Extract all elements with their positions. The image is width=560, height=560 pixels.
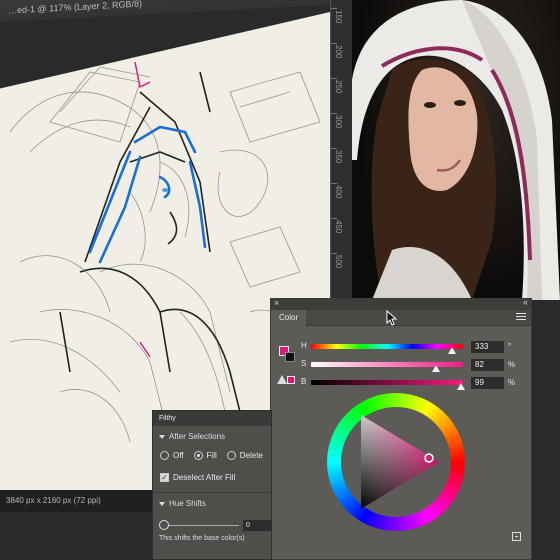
hue-shifts-header[interactable]: Hue Shifts [153, 499, 271, 511]
new-swatch-icon[interactable] [512, 532, 521, 541]
status-bar: 3840 px x 2160 px (72 ppi) [0, 490, 160, 512]
hue-shift-value-field[interactable]: 0 [243, 520, 271, 531]
collapse-icon[interactable]: ‹‹ [523, 297, 528, 307]
color-panel: × ‹‹ Color H 333 ° S 82 % B 99 % [270, 297, 532, 560]
mouse-cursor-icon [386, 310, 398, 326]
channel-label: S [301, 359, 307, 368]
ruler-tick [331, 78, 337, 79]
hue-thumb[interactable] [447, 347, 456, 354]
section-heading: Hue Shifts [169, 499, 206, 508]
deselect-after-fill-row: ✓ Deselect After Fill [153, 470, 271, 484]
unit-label: ° [508, 342, 512, 351]
color-panel-topbar[interactable]: × ‹‹ [271, 297, 531, 310]
hue-shift-knob[interactable] [159, 520, 169, 530]
ruler-label: 250 [334, 80, 343, 94]
ruler-label: 300 [334, 115, 343, 129]
saturation-thumb[interactable] [431, 365, 440, 372]
filthy-panel: Filthy After Selections Off Fill Delete … [152, 410, 272, 560]
ruler-tick [331, 8, 337, 9]
reference-photo-drawing [352, 0, 560, 300]
radio-off[interactable] [160, 450, 169, 460]
ruler-label: 400 [334, 185, 343, 199]
after-selections-options: Off Fill Delete [153, 448, 271, 462]
ruler-label: 450 [334, 220, 343, 234]
radio-fill[interactable] [193, 450, 203, 460]
deselect-after-fill-checkbox[interactable]: ✓ [160, 472, 169, 482]
after-selections-header[interactable]: After Selections [153, 432, 271, 444]
reference-photo [352, 0, 560, 300]
ruler-label: 150 [334, 10, 343, 24]
menu-icon[interactable] [516, 313, 526, 322]
saturation-track[interactable] [311, 362, 463, 367]
unit-label: % [508, 360, 516, 369]
saturation-slider-row: S 82 % [301, 359, 521, 373]
radio-label: Delete [239, 450, 263, 460]
brightness-slider-row: B 99 % [301, 377, 521, 391]
hue-shift-description: This shifts the base color(s) [159, 535, 245, 542]
brightness-thumb[interactable] [457, 383, 466, 390]
background-color-swatch[interactable] [285, 352, 295, 362]
radio-delete[interactable] [226, 450, 236, 460]
ruler-label: 350 [334, 150, 343, 164]
hue-slider-row: H 333 ° [301, 341, 521, 355]
section-heading: After Selections [169, 432, 226, 441]
ruler-tick [331, 148, 337, 149]
radio-label: Fill [206, 450, 217, 460]
filthy-panel-title[interactable]: Filthy [153, 411, 271, 426]
checkbox-label: Deselect After Fill [173, 472, 236, 482]
channel-label: B [301, 377, 307, 386]
warning-icon[interactable] [277, 375, 287, 384]
hue-track[interactable] [311, 344, 463, 349]
hue-shift-slider-row: 0 [153, 517, 271, 533]
chevron-down-icon [159, 434, 165, 439]
radio-label: Off [173, 450, 184, 460]
channel-label: H [301, 341, 307, 350]
hue-shift-track[interactable] [169, 525, 239, 526]
gamut-swatch[interactable] [287, 376, 295, 384]
ruler-label: 500 [334, 255, 343, 269]
hue-value-field[interactable]: 333 [471, 341, 504, 353]
close-icon[interactable]: × [274, 298, 279, 308]
ruler-tick [331, 43, 337, 44]
tab-color[interactable]: Color [271, 310, 307, 326]
ruler-label: 200 [334, 45, 343, 59]
saturation-value-field[interactable]: 82 [471, 359, 504, 371]
ruler-tick [331, 113, 337, 114]
brightness-track[interactable] [311, 380, 463, 385]
vertical-ruler[interactable]: 150 200 250 300 350 400 450 500 [330, 0, 352, 300]
divider [153, 492, 271, 493]
ruler-tick [331, 218, 337, 219]
brightness-value-field[interactable]: 99 [471, 377, 504, 389]
chevron-down-icon [159, 501, 165, 506]
ruler-tick [331, 183, 337, 184]
ruler-tick [331, 253, 337, 254]
color-panel-tabs: Color [271, 310, 531, 326]
color-wheel[interactable] [327, 393, 465, 531]
unit-label: % [508, 378, 516, 387]
color-triangle[interactable] [327, 393, 465, 531]
